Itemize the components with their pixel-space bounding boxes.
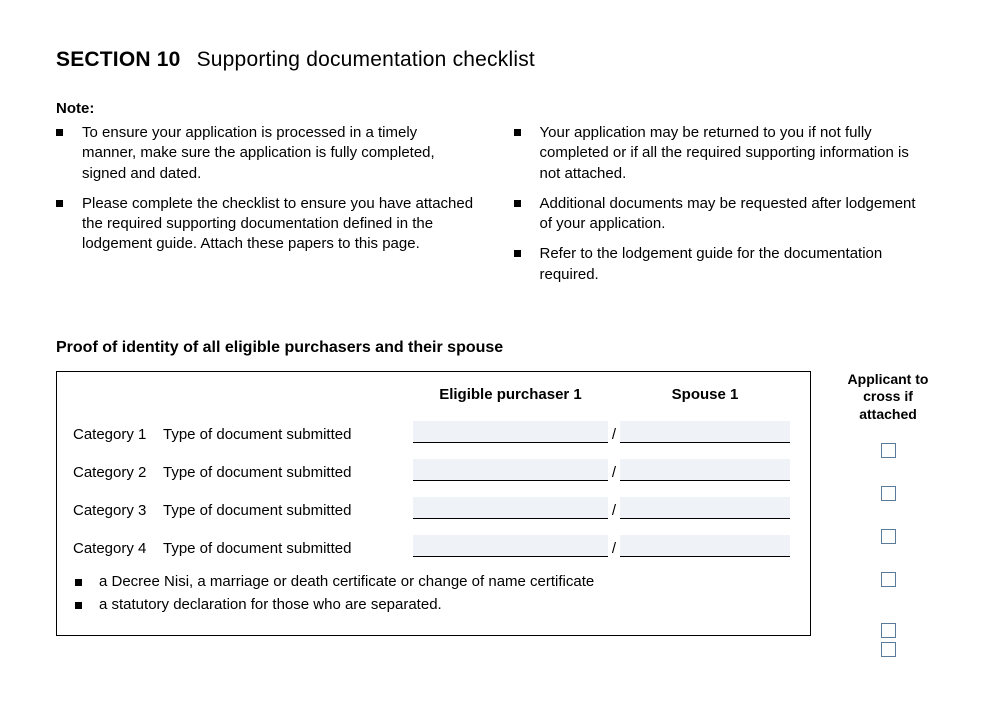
- purchaser-doc-field[interactable]: [413, 497, 608, 519]
- row-label: Type of document submitted: [163, 502, 413, 519]
- note-item: Please complete the checklist to ensure …: [56, 194, 474, 255]
- note-col-right: Your application may be returned to you …: [514, 123, 932, 295]
- proof-table-wrap: Eligible purchaser 1 Spouse 1 Category 1…: [56, 371, 931, 658]
- spouse-doc-field[interactable]: [620, 535, 790, 557]
- attached-checkbox[interactable]: [881, 623, 896, 638]
- note-item: Refer to the lodgement guide for the doc…: [514, 244, 932, 285]
- table-header-row: Eligible purchaser 1 Spouse 1: [73, 386, 794, 403]
- category-label: Category 1: [73, 426, 163, 443]
- field-separator: /: [608, 464, 620, 481]
- proof-subheading: Proof of identity of all eligible purcha…: [56, 339, 931, 357]
- purchaser-doc-field[interactable]: [413, 421, 608, 443]
- attached-checkbox[interactable]: [881, 529, 896, 544]
- category-label: Category 2: [73, 464, 163, 481]
- extra-docs-list: a Decree Nisi, a marriage or death certi…: [75, 573, 794, 613]
- section-number: SECTION 10: [56, 48, 181, 71]
- note-col-left: To ensure your application is processed …: [56, 123, 474, 295]
- check-column-header: Applicant to cross if attached: [833, 371, 943, 424]
- note-block: To ensure your application is processed …: [56, 123, 931, 295]
- note-item: Additional documents may be requested af…: [514, 194, 932, 235]
- proof-table: Eligible purchaser 1 Spouse 1 Category 1…: [56, 371, 811, 636]
- field-separator: /: [608, 540, 620, 557]
- row-label: Type of document submitted: [163, 464, 413, 481]
- field-separator: /: [608, 502, 620, 519]
- attached-checkbox[interactable]: [881, 572, 896, 587]
- purchaser-doc-field[interactable]: [413, 459, 608, 481]
- table-row: Category 1 Type of document submitted /: [73, 421, 794, 443]
- purchaser-doc-field[interactable]: [413, 535, 608, 557]
- note-item: Your application may be returned to you …: [514, 123, 932, 184]
- extra-doc-item: a Decree Nisi, a marriage or death certi…: [75, 573, 794, 590]
- category-label: Category 3: [73, 502, 163, 519]
- row-label: Type of document submitted: [163, 540, 413, 557]
- attached-checkbox[interactable]: [881, 642, 896, 657]
- extra-doc-item: a statutory declaration for those who ar…: [75, 596, 794, 613]
- note-item: To ensure your application is processed …: [56, 123, 474, 184]
- check-column: Applicant to cross if attached: [833, 371, 943, 658]
- note-label: Note:: [56, 100, 931, 117]
- table-row: Category 3 Type of document submitted /: [73, 497, 794, 519]
- table-row: Category 4 Type of document submitted /: [73, 535, 794, 557]
- section-heading: SECTION 10 Supporting documentation chec…: [56, 48, 931, 72]
- table-row: Category 2 Type of document submitted /: [73, 459, 794, 481]
- attached-checkbox[interactable]: [881, 486, 896, 501]
- col-header-spouse: Spouse 1: [620, 386, 790, 403]
- attached-checkbox[interactable]: [881, 443, 896, 458]
- spouse-doc-field[interactable]: [620, 459, 790, 481]
- col-header-purchaser: Eligible purchaser 1: [413, 386, 608, 403]
- row-label: Type of document submitted: [163, 426, 413, 443]
- category-label: Category 4: [73, 540, 163, 557]
- spouse-doc-field[interactable]: [620, 421, 790, 443]
- spouse-doc-field[interactable]: [620, 497, 790, 519]
- field-separator: /: [608, 426, 620, 443]
- section-title: Supporting documentation checklist: [197, 48, 535, 71]
